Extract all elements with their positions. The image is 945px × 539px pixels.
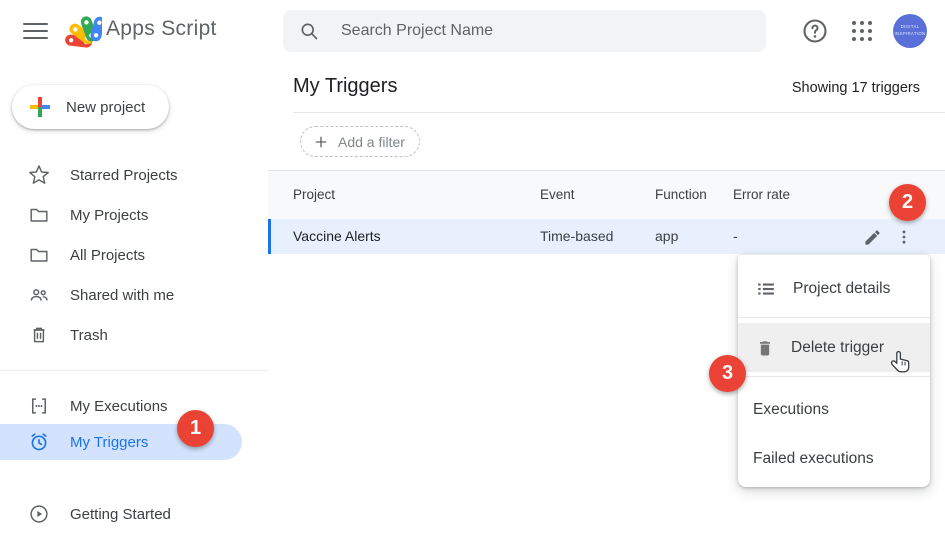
column-header-function: Function bbox=[655, 187, 707, 202]
title-divider bbox=[293, 112, 945, 113]
cell-project: Vaccine Alerts bbox=[293, 228, 381, 244]
sidebar-item-label: Getting Started bbox=[70, 505, 171, 523]
new-project-button[interactable]: New project bbox=[12, 85, 170, 129]
menu-item-label: Project details bbox=[793, 280, 891, 297]
sidebar-divider bbox=[0, 370, 268, 371]
sidebar-item-label: All Projects bbox=[70, 246, 146, 264]
trigger-count-label: Showing 17 triggers bbox=[791, 80, 920, 96]
sidebar-item-label: My Projects bbox=[70, 206, 149, 224]
sidebar-item-label: My Triggers bbox=[70, 433, 149, 451]
column-header-error-rate: Error rate bbox=[733, 187, 791, 202]
pencil-icon bbox=[863, 228, 882, 247]
alarm-clock-icon bbox=[27, 430, 51, 454]
add-filter-label: Add a filter bbox=[338, 133, 405, 150]
sidebar-item-trash[interactable]: Trash bbox=[0, 315, 242, 355]
sidebar-item-all-projects[interactable]: All Projects bbox=[0, 235, 242, 275]
sidebar-item-shared-with-me[interactable]: Shared with me bbox=[0, 275, 242, 315]
sidebar-item-label: My Executions bbox=[70, 397, 168, 415]
step-badge-3: 3 bbox=[709, 355, 746, 392]
sidebar-item-starred-projects[interactable]: Starred Projects bbox=[0, 155, 242, 195]
menu-divider bbox=[738, 317, 930, 318]
sidebar-item-label: Shared with me bbox=[70, 286, 175, 304]
menu-item-executions[interactable]: Executions bbox=[738, 385, 930, 435]
folder-icon bbox=[27, 243, 51, 267]
menu-item-failed-executions[interactable]: Failed executions bbox=[738, 435, 930, 483]
add-filter-chip[interactable]: Add a filter bbox=[300, 126, 420, 157]
plus-icon bbox=[313, 134, 329, 150]
hand-cursor-icon bbox=[889, 350, 914, 382]
cell-error-rate: - bbox=[733, 228, 738, 244]
trash-icon bbox=[27, 323, 51, 347]
apps-script-window: Apps Script DIGITAL INSPIRATION bbox=[0, 0, 945, 539]
sidebar-item-getting-started[interactable]: Getting Started bbox=[0, 494, 242, 534]
new-project-label: New project bbox=[66, 98, 146, 116]
step-badge-1: 1 bbox=[177, 410, 214, 447]
search-input[interactable] bbox=[339, 21, 750, 41]
people-icon bbox=[27, 283, 51, 307]
table-row-vaccine-alerts[interactable]: Vaccine Alerts Time-based app - bbox=[268, 219, 945, 254]
account-avatar[interactable]: DIGITAL INSPIRATION bbox=[893, 14, 927, 48]
menu-item-project-details[interactable]: Project details bbox=[738, 263, 930, 315]
plus-multicolor-icon bbox=[28, 95, 52, 119]
trigger-more-options-button[interactable] bbox=[890, 223, 918, 251]
executions-icon bbox=[27, 394, 51, 418]
avatar-text-line2: INSPIRATION bbox=[894, 31, 926, 36]
menu-item-label: Delete trigger bbox=[791, 338, 885, 356]
menu-icon[interactable] bbox=[23, 23, 48, 39]
edit-trigger-button[interactable] bbox=[858, 223, 886, 251]
column-header-event: Event bbox=[540, 187, 575, 202]
avatar-text-line1: DIGITAL bbox=[900, 24, 920, 30]
cell-event: Time-based bbox=[540, 228, 614, 244]
vertical-dots-icon bbox=[895, 228, 913, 246]
table-header-row: Project Event Function Error rate bbox=[268, 170, 945, 219]
google-apps-grid-icon[interactable] bbox=[850, 19, 874, 43]
star-icon bbox=[27, 163, 51, 187]
cell-function: app bbox=[655, 228, 679, 244]
search-bar[interactable] bbox=[283, 10, 766, 52]
sidebar-item-label: Trash bbox=[70, 326, 108, 344]
play-circle-icon bbox=[27, 502, 51, 526]
apps-script-logo-icon bbox=[60, 12, 106, 50]
menu-item-label: Failed executions bbox=[753, 450, 874, 467]
sidebar-item-label: Starred Projects bbox=[70, 166, 178, 184]
page-title: My Triggers bbox=[293, 75, 398, 97]
help-icon[interactable] bbox=[801, 17, 829, 45]
folder-icon bbox=[27, 203, 51, 227]
column-header-project: Project bbox=[293, 187, 336, 202]
sidebar-item-my-projects[interactable]: My Projects bbox=[0, 195, 242, 235]
trash-filled-icon bbox=[755, 338, 775, 358]
menu-item-label: Executions bbox=[753, 401, 829, 418]
search-icon bbox=[299, 21, 319, 41]
app-title: Apps Script bbox=[106, 17, 217, 40]
list-icon bbox=[755, 278, 777, 300]
step-badge-2: 2 bbox=[889, 184, 926, 221]
